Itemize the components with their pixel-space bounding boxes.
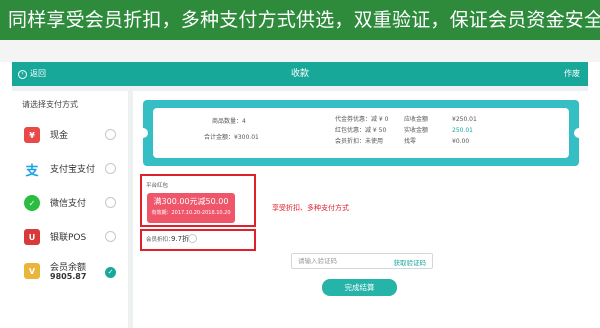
annotation-text: 享受折扣、多种支付方式 — [272, 204, 349, 212]
coupon-discount-label: 代金券优惠： — [335, 116, 372, 123]
ticket-notch-right — [574, 128, 584, 138]
unionpay-icon: U — [24, 229, 40, 245]
receivable-value: ¥250.01 — [452, 116, 477, 124]
cash-icon: ¥ — [24, 127, 40, 143]
total-label: 合计金额： — [204, 134, 235, 141]
total-value: ¥300.01 — [234, 134, 259, 141]
void-button[interactable]: 作废 — [564, 68, 580, 80]
member-discount-option-value: 9.7折 — [171, 235, 190, 243]
payment-option-label: 微信支付 — [50, 199, 87, 209]
payment-option-alipay[interactable]: 支 支付宝支付 — [12, 152, 128, 186]
payment-option-label: 现金 — [50, 131, 69, 141]
change-amount: ¥0.00 — [452, 138, 470, 145]
payment-radio[interactable] — [105, 197, 116, 208]
order-summary-card: 商品数量：4 合计金额：¥300.01 代金券优惠：减 ¥ 0 红包优惠：减 ¥… — [153, 108, 569, 158]
redpacket-value: 减 ¥ 50 — [365, 127, 387, 134]
receivable-row: 应收金额 — [404, 116, 428, 124]
vip-card-icon: V — [24, 263, 40, 279]
change-row: 找零 — [404, 138, 416, 146]
payment-radio-selected[interactable]: ✓ — [105, 267, 116, 278]
alipay-icon: 支 — [24, 161, 40, 179]
payment-option-label: 银联POS — [50, 233, 87, 243]
redpacket-label: 红包优惠： — [335, 127, 366, 134]
received-label: 实收金额 — [404, 127, 429, 134]
member-discount-option-label: 会员折扣： — [146, 237, 174, 243]
wechat-icon: ✓ — [24, 195, 40, 211]
payment-radio[interactable] — [105, 163, 116, 174]
redpacket-row: 红包优惠：减 ¥ 50 — [335, 127, 386, 135]
member-discount-row: 会员折扣：未使用 — [335, 138, 383, 146]
coupon-validity: 有效期：2017.10.20-2018.10.20 — [151, 210, 231, 216]
payment-radio[interactable] — [105, 231, 116, 242]
total-row: 合计金额：¥300.01 — [204, 134, 259, 142]
received-row: 实收金额 — [404, 127, 428, 135]
page-gap — [0, 40, 600, 62]
verification-code-field: 获取验证码 — [291, 253, 433, 269]
top-bar: ‹ 返回 收款 作废 — [12, 62, 588, 86]
redpacket-coupon-card[interactable]: 满300.00元减50.00 有效期：2017.10.20-2018.10.20 — [147, 193, 235, 223]
coupon-discount-row: 代金券优惠：减 ¥ 0 — [335, 116, 388, 124]
promo-banner-text: 同样享受会员折扣，多种支付方式供选，双重验证，保证会员资金安全 — [8, 9, 600, 31]
payment-method-title: 请选择支付方式 — [22, 100, 78, 109]
member-discount-radio[interactable] — [188, 234, 197, 243]
redpacket-section-label: 平台红包 — [146, 183, 169, 189]
goods-count-value: 4 — [242, 118, 246, 125]
receivable-amount: ¥250.01 — [452, 116, 477, 123]
payment-option-label: 支付宝支付 — [50, 165, 96, 175]
goods-count-row: 商品数量：4 — [212, 118, 246, 126]
ticket-notch-left — [138, 128, 148, 138]
member-discount-value: 未使用 — [365, 138, 384, 145]
coupon-title: 满300.00元减50.00 — [153, 197, 229, 206]
complete-checkout-button[interactable]: 完成结算 — [322, 279, 397, 296]
member-discount-label: 会员折扣： — [335, 138, 366, 145]
goods-count-label: 商品数量： — [212, 118, 243, 125]
get-code-link[interactable]: 获取验证码 — [394, 257, 427, 267]
payment-radio[interactable] — [105, 129, 116, 140]
change-value: ¥0.00 — [452, 138, 469, 146]
payment-method-panel: 请选择支付方式 ¥ 现金 支 支付宝支付 ✓ 微信支付 U 银联POS V 会员… — [12, 91, 128, 328]
verification-code-input[interactable] — [298, 257, 378, 265]
change-label: 找零 — [404, 138, 417, 145]
payment-option-cash[interactable]: ¥ 现金 — [12, 118, 128, 152]
received-value: 250.01 — [452, 127, 473, 135]
payment-option-unionpay[interactable]: U 银联POS — [12, 220, 128, 254]
coupon-discount-value: 减 ¥ 0 — [371, 116, 389, 123]
promo-banner: 同样享受会员折扣，多种支付方式供选，双重验证，保证会员资金安全 — [0, 0, 600, 40]
payment-option-wechat[interactable]: ✓ 微信支付 — [12, 186, 128, 220]
page-title: 收款 — [290, 69, 309, 79]
received-amount: 250.01 — [452, 127, 473, 134]
payment-option-member-balance[interactable]: V 会员余额 9805.87 ✓ — [12, 254, 128, 294]
member-balance-amount: 9805.87 — [50, 272, 87, 281]
receivable-label: 应收金额 — [404, 116, 429, 123]
